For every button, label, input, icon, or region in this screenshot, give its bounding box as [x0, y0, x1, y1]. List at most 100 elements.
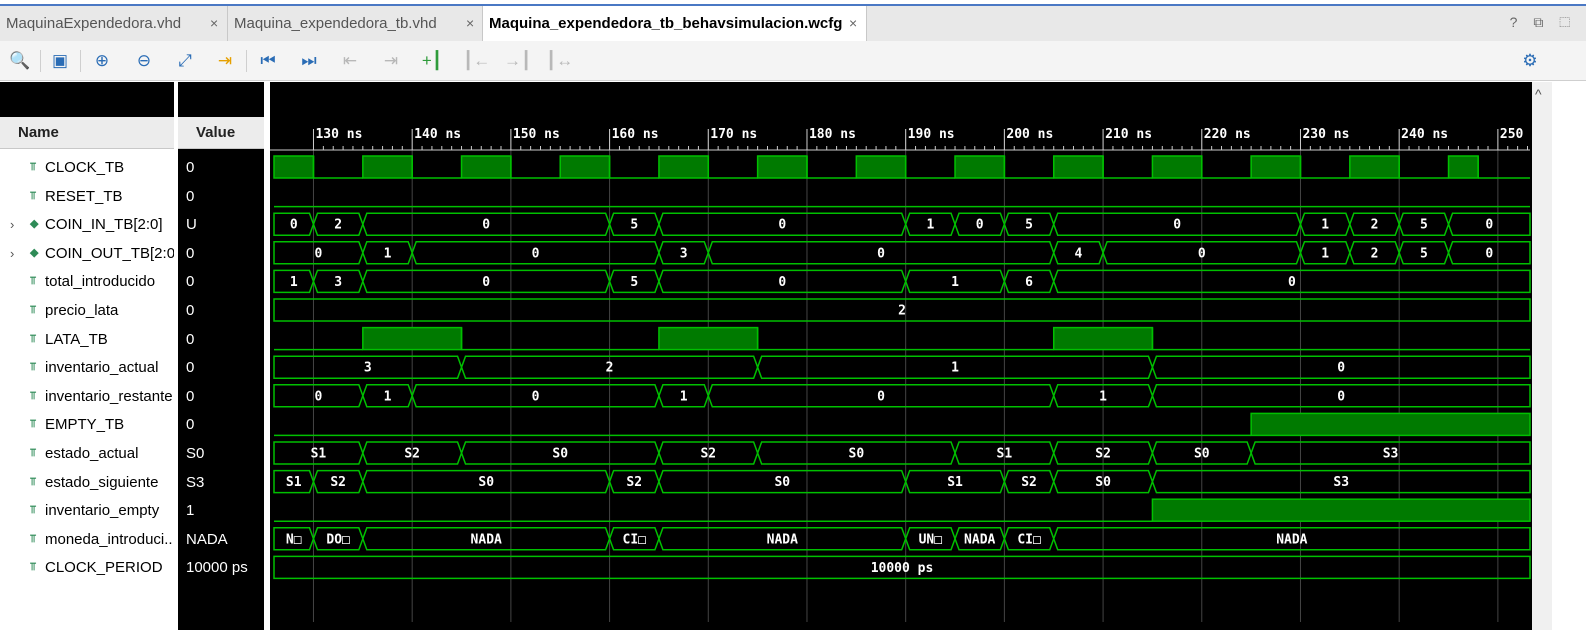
- swap-cursors-icon[interactable]: ┃↔: [546, 49, 573, 73]
- bus-value-label: S3: [1383, 447, 1399, 462]
- tab-label: Maquina_expendedora_tb_behavsimulacion.w…: [489, 15, 843, 32]
- zoom-in-icon[interactable]: ⊕: [90, 49, 114, 73]
- go-to-last-time-icon[interactable]: ⏭: [297, 49, 321, 73]
- signal-row-name[interactable]: ⫪ inventario_restante: [0, 382, 174, 411]
- close-icon[interactable]: ×: [466, 6, 474, 41]
- signal-row-name[interactable]: ⫪ precio_lata: [0, 296, 174, 325]
- signal-name: CLOCK_PERIOD: [45, 559, 163, 577]
- signal-value: 0: [186, 244, 195, 262]
- signal-row-name[interactable]: ⫪ RESET_TB: [0, 182, 174, 211]
- waveform-canvas[interactable]: 130 ns 140 ns 150 ns 160 ns 170 ns 180 ns 190 …: [270, 82, 1539, 630]
- gear-icon[interactable]: ⚙: [1518, 49, 1542, 73]
- tab-bar: MaquinaExpendedora.vhd × Maquina_expende…: [0, 4, 1586, 41]
- bus-value-label: 0: [290, 218, 298, 233]
- bus-value-label: S1: [311, 447, 327, 462]
- window-controls[interactable]: ? ⧉ ⬚: [1510, 14, 1576, 31]
- signal-value: S3: [186, 473, 205, 491]
- time-tick-label: 130 ns: [315, 127, 362, 142]
- go-to-cursor-icon[interactable]: ⇥: [213, 49, 237, 73]
- waveform-viewer[interactable]: 130 ns 140 ns 150 ns 160 ns 170 ns 180 ns 190 …: [270, 82, 1539, 630]
- name-column-header[interactable]: Name: [0, 117, 174, 149]
- tab-maquina-expendedora-tb-vhd[interactable]: Maquina_expendedora_tb.vhd ×: [228, 6, 483, 41]
- bus-value-label: 2: [898, 304, 906, 319]
- bus-value-label: 1: [680, 389, 688, 404]
- signal-name: estado_siguiente: [45, 473, 159, 491]
- bit-signal-icon: ⫪: [30, 161, 37, 173]
- bit-high-segment: [1250, 155, 1302, 179]
- value-column-header[interactable]: Value: [178, 117, 264, 149]
- tab-behav-simulation-wcfg[interactable]: Maquina_expendedora_tb_behavsimulacion.w…: [483, 6, 867, 41]
- bus-value-label: UN□: [919, 532, 943, 547]
- scroll-up-icon[interactable]: ^: [1535, 86, 1542, 102]
- signal-row-name[interactable]: ⫪ total_introducido: [0, 267, 174, 296]
- signal-row-name[interactable]: ⫪ inventario_actual: [0, 353, 174, 382]
- bus-value-label: 0: [1173, 218, 1181, 233]
- previous-marker-icon[interactable]: ┃←: [463, 49, 490, 73]
- save-icon[interactable]: ▣: [48, 49, 72, 73]
- signal-name-panel: Name ⫪ CLOCK_TB ⫪ RESET_TB › ◆ COIN_IN_TB[2:0]…: [0, 82, 174, 630]
- bus-signal-icon: ◆: [30, 246, 39, 259]
- expand-chevron-icon[interactable]: ›: [10, 210, 14, 239]
- wave-toolbar: 🔍 ▣ ⊕ ⊖ ⤢ ⇥ ⏮ ⏭ ⇤ ⇥ +┃ ┃← →┃ ┃↔ ⚙: [0, 41, 1586, 81]
- zoom-out-icon[interactable]: ⊖: [132, 49, 156, 73]
- bus-value-label: 0: [1288, 275, 1296, 290]
- bus-value-label: 0: [1337, 389, 1345, 404]
- signal-row-name[interactable]: ⫪ LATA_TB: [0, 325, 174, 354]
- signal-row-name[interactable]: ⫪ estado_actual: [0, 439, 174, 468]
- bit-high-segment: [855, 155, 907, 179]
- signal-row-name[interactable]: ⫪ CLOCK_TB: [0, 153, 174, 182]
- signal-name: LATA_TB: [45, 330, 108, 348]
- bus-value-label: NADA: [964, 532, 995, 547]
- signal-row-name[interactable]: › ◆ COIN_OUT_TB[2:0]: [0, 239, 174, 268]
- bit-signal-icon: ⫪: [30, 389, 37, 402]
- signal-row-name[interactable]: › ◆ COIN_IN_TB[2:0]: [0, 210, 174, 239]
- bus-value-label: 1: [1321, 218, 1329, 233]
- vertical-scrollbar[interactable]: [1532, 82, 1552, 630]
- bit-signal-icon: ⫪: [30, 447, 37, 459]
- close-icon[interactable]: ×: [210, 6, 218, 41]
- zoom-fit-icon[interactable]: ⤢: [173, 49, 197, 73]
- bus-value-label: NADA: [1276, 532, 1307, 547]
- signal-row-name[interactable]: ⫪ CLOCK_PERIOD: [0, 553, 174, 582]
- tab-maquina-expendedora-vhd[interactable]: MaquinaExpendedora.vhd ×: [0, 6, 228, 41]
- bus-value-label: S1: [947, 475, 963, 490]
- bit-high-segment: [1151, 155, 1203, 179]
- next-marker-icon[interactable]: →┃: [504, 49, 531, 73]
- bus-value-label: 1: [926, 218, 934, 233]
- bit-signal-icon: ⫪: [30, 361, 37, 374]
- bus-value-label: 0: [1337, 361, 1345, 376]
- bit-high-segment: [273, 155, 315, 179]
- value-panel-spacer: [178, 82, 264, 117]
- go-to-time-zero-icon[interactable]: ⏮: [256, 49, 280, 73]
- signal-name: RESET_TB: [45, 187, 123, 205]
- signal-row-name[interactable]: ⫪ EMPTY_TB: [0, 410, 174, 439]
- tab-label: MaquinaExpendedora.vhd: [6, 15, 182, 32]
- bus-value-label: NADA: [767, 532, 798, 547]
- next-transition-icon[interactable]: ⇥: [379, 49, 403, 73]
- bus-value-label: 0: [778, 275, 786, 290]
- bus-value-label: 0: [315, 389, 323, 404]
- signal-value: 0: [186, 387, 195, 405]
- bit-high-segment: [1250, 412, 1531, 437]
- expand-chevron-icon[interactable]: ›: [10, 239, 14, 268]
- search-icon[interactable]: 🔍: [8, 49, 32, 73]
- bus-value-label: 5: [630, 275, 638, 290]
- bus-value-label: 3: [680, 246, 688, 261]
- toolbar-separator: [40, 50, 41, 72]
- bus-value-label: S2: [1095, 447, 1111, 462]
- bit-signal-icon: ⫪: [30, 475, 37, 488]
- bus-value-label: NADA: [471, 532, 502, 547]
- time-tick-label: 180 ns: [809, 127, 856, 142]
- time-tick-label: 220 ns: [1204, 127, 1251, 142]
- signal-row-name[interactable]: ⫪ inventario_empty: [0, 496, 174, 525]
- signal-value: 0: [186, 159, 195, 176]
- previous-transition-icon[interactable]: ⇤: [338, 49, 362, 73]
- signal-row-name[interactable]: ⫪ moneda_introduci...: [0, 525, 174, 554]
- bus-value-label: 2: [1371, 218, 1379, 233]
- bus-value-label: S0: [552, 447, 568, 462]
- bit-high-segment: [362, 326, 463, 351]
- add-marker-icon[interactable]: +┃: [420, 49, 444, 73]
- close-icon[interactable]: ×: [849, 6, 857, 41]
- bus-value-label: 1: [1321, 246, 1329, 261]
- signal-row-name[interactable]: ⫪ estado_siguiente: [0, 468, 174, 497]
